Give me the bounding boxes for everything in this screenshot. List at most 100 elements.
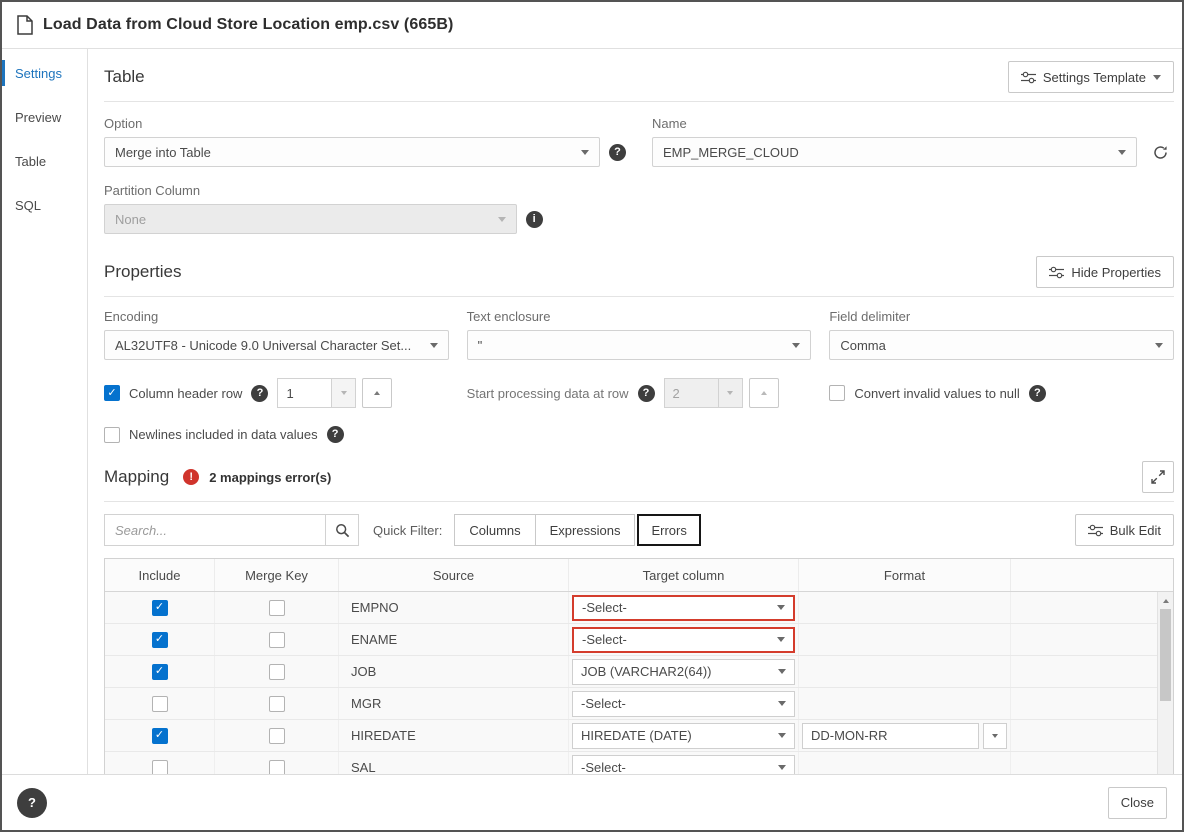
vertical-scrollbar[interactable] (1157, 592, 1173, 774)
merge-key-checkbox[interactable] (268, 759, 285, 774)
format-value[interactable]: DD-MON-RR (802, 722, 979, 749)
start-processing-label: Start processing data at row (466, 385, 629, 401)
column-header-filler (1011, 559, 1173, 591)
field-delimiter-field: Field delimiter Comma (829, 309, 1174, 360)
option-select[interactable]: Merge into Table (104, 137, 600, 167)
column-header-source: Source (339, 559, 569, 591)
target-column-select[interactable]: JOB (VARCHAR2(64)) (572, 658, 795, 685)
merge-key-checkbox[interactable] (268, 727, 285, 744)
target-column-select[interactable]: -Select- (572, 754, 795, 774)
chevron-down-icon (992, 733, 998, 738)
convert-invalid-checkbox[interactable] (829, 385, 846, 401)
settings-panel: Table Settings Template Option Merge int… (88, 49, 1182, 774)
format-dropdown-button[interactable] (983, 722, 1007, 749)
newlines-checkbox[interactable] (104, 426, 120, 443)
properties-section-header: Properties Hide Properties (104, 256, 1174, 297)
source-column-name: MGR (351, 696, 382, 711)
source-column-name: JOB (351, 664, 377, 679)
start-processing-spinner (663, 378, 743, 408)
chevron-down-icon (727, 391, 734, 395)
format-combo[interactable]: DD-MON-RR (802, 722, 1007, 749)
sidebar-item-settings[interactable]: Settings (2, 51, 87, 95)
chevron-down-icon (778, 669, 786, 674)
sidebar-item-table[interactable]: Table (2, 139, 87, 183)
mappings-error-text: 2 mappings error(s) (209, 469, 332, 485)
chevron-down-icon (1118, 149, 1126, 155)
scrollbar-thumb[interactable] (1160, 609, 1171, 701)
help-button[interactable]: ? (17, 787, 47, 818)
include-checkbox[interactable]: ✓ (151, 631, 168, 648)
bulk-edit-button[interactable]: Bulk Edit (1074, 514, 1174, 546)
chevron-down-icon (777, 637, 785, 642)
chevron-down-icon (778, 701, 786, 706)
spinner-up-button[interactable] (362, 378, 393, 408)
target-column-select[interactable]: -Select- (572, 690, 795, 717)
mapping-section-header: Mapping ! 2 mappings error(s) (104, 461, 1174, 502)
help-icon[interactable]: ? (1028, 384, 1046, 402)
table-section-header: Table Settings Template (104, 61, 1174, 102)
encoding-label: Encoding (104, 309, 159, 324)
refresh-button[interactable] (1146, 138, 1174, 166)
chevron-down-icon (497, 216, 506, 222)
help-icon[interactable]: ? (251, 384, 269, 402)
error-icon: ! (183, 469, 200, 485)
include-checkbox[interactable]: ✓ (151, 727, 168, 744)
maximize-button[interactable] (1142, 461, 1174, 493)
field-delimiter-select[interactable]: Comma (829, 330, 1174, 360)
properties-heading: Properties (104, 262, 182, 281)
column-header-row-field: ✓ Column header row ? (104, 378, 449, 408)
scroll-up-arrow[interactable] (1158, 593, 1173, 608)
filter-columns-button[interactable]: Columns (454, 514, 536, 546)
column-header-target-column: Target column (569, 559, 799, 591)
column-header-include: Include (105, 559, 215, 591)
name-select[interactable]: EMP_MERGE_CLOUD (652, 137, 1137, 167)
include-checkbox[interactable]: ✓ (151, 599, 168, 616)
text-enclosure-select[interactable]: " (466, 330, 812, 360)
convert-invalid-field: Convert invalid values to null ? (829, 378, 1174, 408)
name-label: Name (652, 116, 687, 131)
sidebar-item-sql[interactable]: SQL (2, 183, 87, 227)
help-icon[interactable]: ? (637, 384, 655, 402)
info-icon[interactable]: i (525, 210, 543, 228)
source-column-name: HIREDATE (351, 728, 416, 743)
hide-properties-button[interactable]: Hide Properties (1036, 256, 1174, 288)
help-icon[interactable]: ? (609, 143, 626, 161)
column-header-row-checkbox[interactable]: ✓ (104, 385, 120, 401)
merge-key-checkbox[interactable] (268, 663, 285, 680)
search-input[interactable] (104, 514, 326, 546)
encoding-field: Encoding AL32UTF8 - Unicode 9.0 Universa… (104, 309, 449, 360)
chevron-down-icon (778, 733, 786, 738)
dialog-title: Load Data from Cloud Store Location emp.… (43, 16, 454, 33)
spinner-down-button[interactable] (331, 378, 357, 408)
mapping-toolbar: Quick Filter: ColumnsExpressionsErrors B… (104, 514, 1174, 546)
start-processing-input (663, 378, 718, 408)
sliders-icon (1087, 524, 1103, 537)
merge-key-checkbox[interactable] (268, 631, 285, 648)
help-icon[interactable]: ? (326, 426, 344, 443)
search-button[interactable] (326, 514, 359, 546)
sidebar-item-preview[interactable]: Preview (2, 95, 87, 139)
settings-template-label: Settings Template (1042, 69, 1146, 85)
target-column-select[interactable]: -Select- (572, 594, 795, 621)
column-header-row-input[interactable] (277, 378, 332, 408)
convert-invalid-label: Convert invalid values to null (854, 385, 1020, 401)
sidebar: Settings Preview Table SQL (2, 49, 88, 774)
include-checkbox[interactable] (151, 759, 168, 774)
settings-template-button[interactable]: Settings Template (1007, 61, 1174, 93)
filter-errors-button[interactable]: Errors (637, 514, 701, 546)
encoding-select[interactable]: AL32UTF8 - Unicode 9.0 Universal Charact… (104, 330, 449, 360)
merge-key-checkbox[interactable] (268, 599, 285, 616)
target-column-select[interactable]: HIREDATE (DATE) (572, 722, 795, 749)
close-button[interactable]: Close (1107, 786, 1167, 819)
merge-key-checkbox[interactable] (268, 695, 285, 712)
mapping-heading: Mapping (104, 467, 170, 486)
chevron-up-icon (760, 391, 767, 395)
text-enclosure-label: Text enclosure (466, 309, 551, 324)
filter-expressions-button[interactable]: Expressions (534, 514, 636, 546)
include-checkbox[interactable] (151, 695, 168, 712)
mapping-grid: Include Merge Key Source Target column Forma… (104, 558, 1174, 774)
chevron-down-icon (778, 765, 786, 770)
include-checkbox[interactable]: ✓ (151, 663, 168, 680)
target-column-select[interactable]: -Select- (572, 626, 795, 653)
dialog-footer: ? Close (2, 774, 1182, 830)
